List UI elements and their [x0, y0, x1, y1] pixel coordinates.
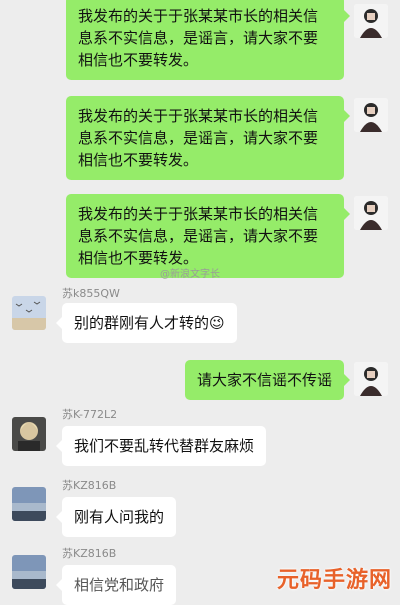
site-logo: 元码手游网: [276, 568, 392, 593]
outgoing-message-bubble[interactable]: 请大家不信谣不传谣: [184, 360, 351, 400]
sender-name: 苏k855QW: [62, 287, 120, 300]
avatar[interactable]: [354, 98, 388, 132]
incoming-message-bubble[interactable]: 别的群刚有人才转的😉: [56, 303, 237, 343]
avatar[interactable]: [12, 417, 46, 451]
avatar[interactable]: [354, 362, 388, 396]
avatar[interactable]: [12, 555, 46, 589]
watermark: @新浪文字长: [160, 269, 220, 280]
incoming-message-bubble[interactable]: 刚有人问我的: [55, 497, 177, 537]
sender-name: 苏KZ816B: [62, 479, 117, 492]
incoming-message-bubble[interactable]: 相信党和政府: [55, 565, 177, 605]
avatar[interactable]: [354, 4, 388, 38]
outgoing-message-bubble[interactable]: 我发布的关于于张某某市长的相关信息系不实信息，是谣言，请大家不要相信也不要转发。: [66, 96, 350, 180]
avatar[interactable]: [354, 196, 388, 230]
incoming-message-bubble[interactable]: 我们不要乱转代替群友麻烦: [55, 426, 267, 466]
sender-name: 苏K-772L2: [62, 408, 118, 421]
avatar[interactable]: [12, 296, 46, 330]
avatar[interactable]: [12, 487, 46, 521]
sender-name: 苏KZ816B: [62, 547, 117, 560]
outgoing-message-bubble[interactable]: 我发布的关于于张某某市长的相关信息系不实信息，是谣言，请大家不要相信也不要转发。: [66, 0, 350, 80]
